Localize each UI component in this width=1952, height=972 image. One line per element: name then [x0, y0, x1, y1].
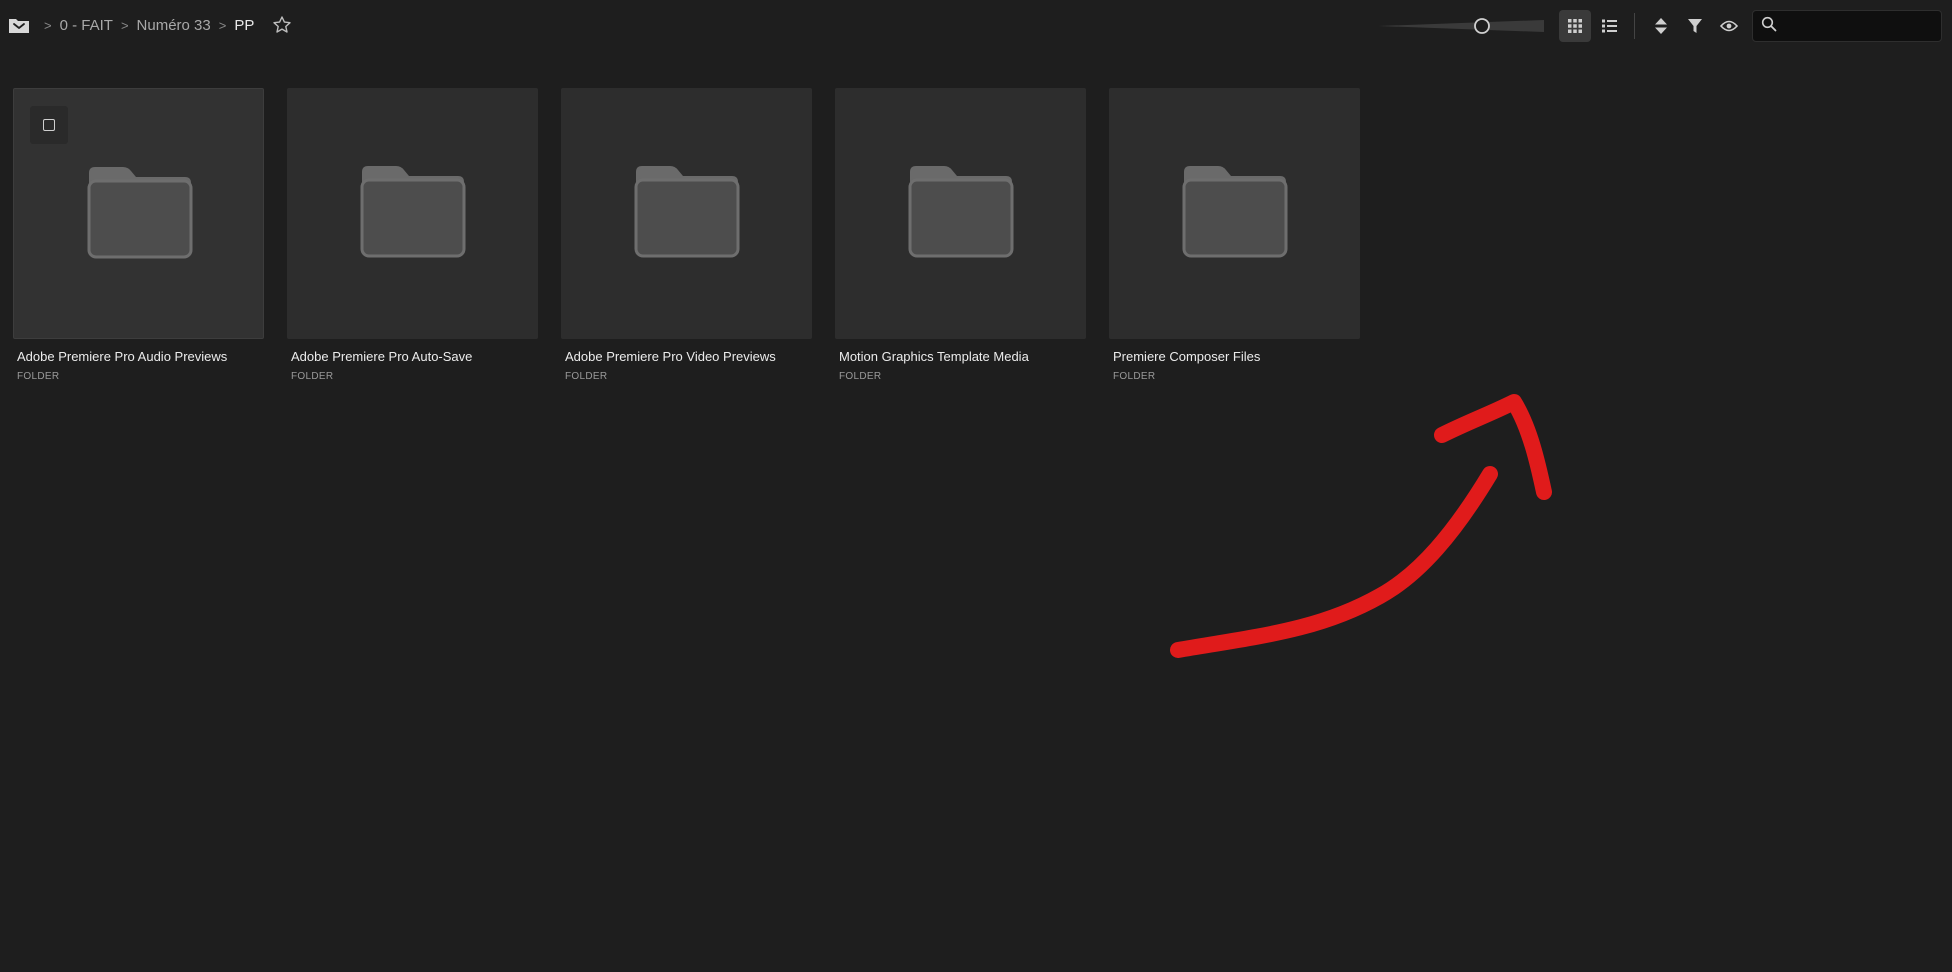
folder-type-label: FOLDER	[17, 371, 60, 382]
chevron-right-icon: >	[120, 17, 129, 33]
chevron-right-icon: >	[218, 17, 227, 33]
top-bar: > 0 - FAIT > Numéro 33 > PP	[0, 0, 1952, 52]
folder-icon	[1182, 166, 1288, 258]
star-icon[interactable]	[272, 15, 292, 35]
folder-thumbnail[interactable]	[13, 88, 264, 339]
chevron-right-icon: >	[44, 17, 52, 33]
folder-grid: Adobe Premiere Pro Audio Previews FOLDER…	[13, 88, 1383, 382]
folder-icon	[360, 166, 466, 258]
eye-icon[interactable]	[1713, 10, 1745, 42]
folder-name: Premiere Composer Files	[1113, 349, 1261, 364]
folder-thumbnail[interactable]	[561, 88, 812, 339]
folder-icon	[908, 166, 1014, 258]
folder-type-label: FOLDER	[291, 371, 334, 382]
folder-icon	[87, 167, 193, 259]
folder-card[interactable]: Motion Graphics Template Media FOLDER	[835, 88, 1086, 382]
thumbnail-size-slider[interactable]	[1376, 10, 1546, 42]
folder-name: Adobe Premiere Pro Video Previews	[565, 349, 776, 364]
folder-card[interactable]: Adobe Premiere Pro Video Previews FOLDER	[561, 88, 812, 382]
folder-type-label: FOLDER	[1113, 371, 1156, 382]
toolbar	[1376, 10, 1942, 42]
folder-card[interactable]: Adobe Premiere Pro Audio Previews FOLDER	[13, 88, 264, 382]
folder-name: Adobe Premiere Pro Auto-Save	[291, 349, 473, 364]
search-input[interactable]	[1783, 17, 1941, 35]
breadcrumb: > 0 - FAIT > Numéro 33 > PP	[8, 12, 292, 38]
toolbar-divider	[1634, 13, 1635, 39]
folder-icon	[634, 166, 740, 258]
folder-card[interactable]: Premiere Composer Files FOLDER	[1109, 88, 1360, 382]
grid-view-icon[interactable]	[1559, 10, 1591, 42]
filter-icon[interactable]	[1679, 10, 1711, 42]
folder-name: Adobe Premiere Pro Audio Previews	[17, 349, 228, 364]
folder-name: Motion Graphics Template Media	[839, 349, 1029, 364]
search-icon	[1761, 16, 1777, 37]
sort-icon[interactable]	[1645, 10, 1677, 42]
folder-type-label: FOLDER	[565, 371, 608, 382]
list-view-icon[interactable]	[1593, 10, 1625, 42]
folder-card[interactable]: Adobe Premiere Pro Auto-Save FOLDER	[287, 88, 538, 382]
folder-root-icon[interactable]	[8, 14, 30, 36]
breadcrumb-item[interactable]: 0 - FAIT	[60, 17, 113, 34]
search-field[interactable]	[1752, 10, 1942, 42]
folder-type-label: FOLDER	[839, 371, 882, 382]
folder-thumbnail[interactable]	[287, 88, 538, 339]
breadcrumb-current: PP	[234, 16, 255, 34]
folder-thumbnail[interactable]	[1109, 88, 1360, 339]
folder-thumbnail[interactable]	[835, 88, 1086, 339]
breadcrumb-item[interactable]: Numéro 33	[137, 17, 211, 34]
select-checkbox[interactable]	[30, 106, 68, 144]
